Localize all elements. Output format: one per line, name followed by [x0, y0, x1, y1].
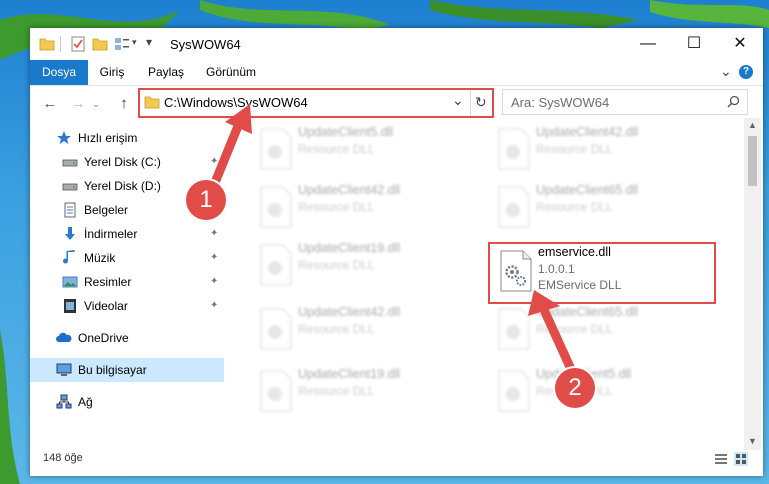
arrow-1: [207, 121, 243, 195]
step-1-badge: 1: [186, 180, 226, 220]
step-2-badge: 2: [555, 368, 595, 408]
annotation-arrows: [207, 104, 580, 383]
